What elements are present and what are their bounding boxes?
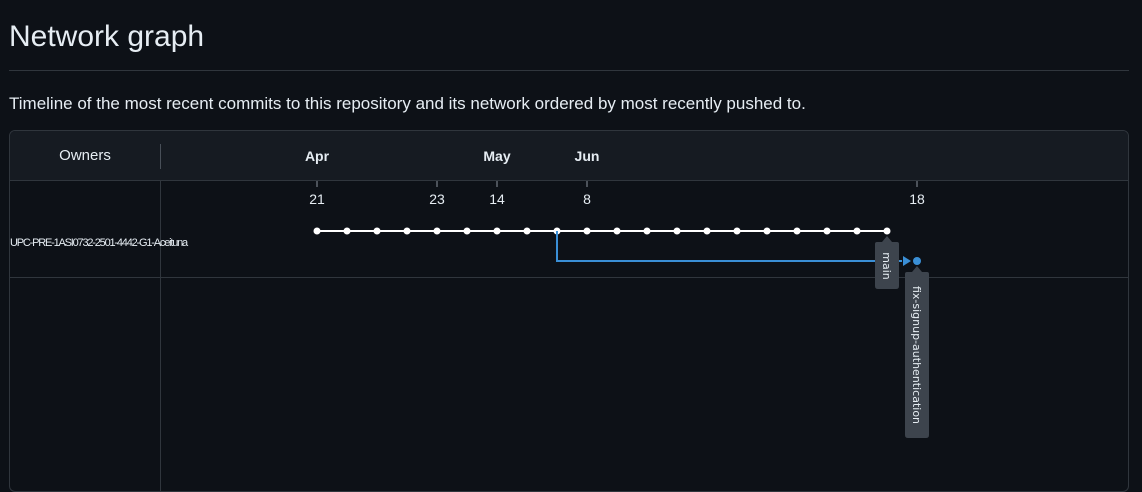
commit-dot[interactable] xyxy=(673,227,681,235)
commit-dot[interactable] xyxy=(793,227,801,235)
commit-graph-canvas[interactable]: Apr May Jun 21 23 14 8 18 main fix-signu… xyxy=(10,131,1128,491)
branch-arrow-icon xyxy=(903,256,911,266)
commit-dot[interactable] xyxy=(643,227,651,235)
commit-dot[interactable] xyxy=(913,257,921,265)
month-label: May xyxy=(483,148,510,164)
feature-branch-line xyxy=(556,231,902,262)
commit-dot[interactable] xyxy=(703,227,711,235)
branch-label-text: fix-signup-authentication xyxy=(910,286,923,424)
commit-dot[interactable] xyxy=(853,227,861,235)
commit-dot[interactable] xyxy=(823,227,831,235)
day-label: 23 xyxy=(429,191,445,207)
network-graph[interactable]: Owners UPC-PRE-1ASI0732-2501-4442-G1-Ace… xyxy=(9,130,1129,492)
commit-dot[interactable] xyxy=(733,227,741,235)
page-title: Network graph xyxy=(9,20,205,53)
commit-dot[interactable] xyxy=(463,227,471,235)
day-label: 14 xyxy=(489,191,505,207)
branch-label-feature[interactable]: fix-signup-authentication xyxy=(905,266,929,438)
commit-dot[interactable] xyxy=(613,227,621,235)
commit-dot[interactable] xyxy=(373,227,381,235)
title-divider xyxy=(9,70,1129,71)
page-description: Timeline of the most recent commits to t… xyxy=(9,94,806,113)
commit-dot[interactable] xyxy=(313,227,321,235)
day-label: 18 xyxy=(909,191,925,207)
day-ticks xyxy=(316,181,918,187)
commit-dot[interactable] xyxy=(763,227,771,235)
branch-label-text: main xyxy=(880,252,893,280)
commit-dot[interactable] xyxy=(523,227,531,235)
day-label: 21 xyxy=(309,191,325,207)
commit-dot[interactable] xyxy=(493,227,501,235)
month-label: Apr xyxy=(305,148,330,164)
commit-dot[interactable] xyxy=(883,227,891,235)
commit-dot[interactable] xyxy=(403,227,411,235)
day-label: 8 xyxy=(583,191,591,207)
commit-dot[interactable] xyxy=(343,227,351,235)
month-label: Jun xyxy=(575,148,600,164)
commit-dot[interactable] xyxy=(433,227,441,235)
branch-label-main[interactable]: main xyxy=(875,236,899,289)
commit-dot[interactable] xyxy=(583,227,591,235)
